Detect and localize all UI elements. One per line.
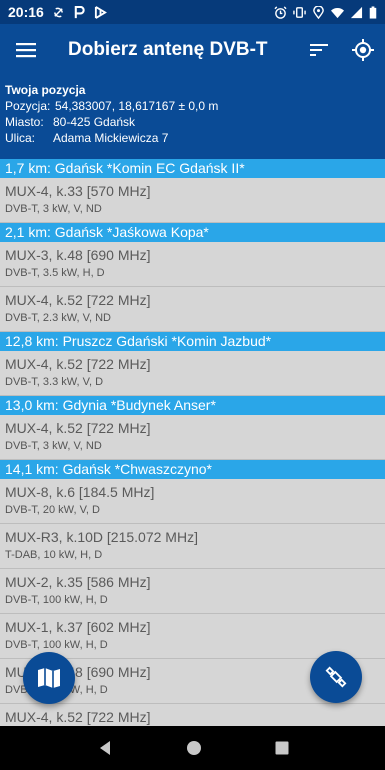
city-value: 80-425 Gdańsk xyxy=(53,115,136,129)
coords-row: Pozycja: 54,383007, 18,617167 ± 0,0 m xyxy=(5,98,380,114)
mux-name: MUX-4, k.52 [722 MHz] xyxy=(5,709,151,725)
p-badge-icon xyxy=(74,5,85,18)
mux-params: DVB-T, 20 kW, V, D xyxy=(5,504,100,516)
list-item[interactable]: MUX-2, k.35 [586 MHz] DVB-T, 100 kW, H, … xyxy=(0,569,385,614)
site-header[interactable]: 14,1 km: Gdańsk *Chwaszczyno* xyxy=(0,460,385,479)
sort-icon xyxy=(310,44,328,56)
menu-button[interactable] xyxy=(0,24,52,76)
mux-name: MUX-R3, k.10D [215.072 MHz] xyxy=(5,529,198,545)
signal-icon xyxy=(350,6,363,18)
sort-button[interactable] xyxy=(297,24,341,76)
home-icon[interactable] xyxy=(186,740,202,756)
location-icon xyxy=(313,5,324,19)
satellite-button[interactable] xyxy=(310,651,362,703)
status-time: 20:16 xyxy=(8,4,44,20)
list-item[interactable]: MUX-4, k.33 [570 MHz] DVB-T, 3 kW, V, ND xyxy=(0,178,385,223)
city-label: Miasto: xyxy=(5,115,44,129)
alarm-icon xyxy=(274,5,287,19)
my-location-button[interactable] xyxy=(341,24,385,76)
list-item[interactable]: MUX-4, k.52 [722 MHz] DVB-T, 2.3 kW, V, … xyxy=(0,287,385,332)
coords-value: 54,383007, 18,617167 ± 0,0 m xyxy=(55,99,219,113)
mux-name: MUX-1, k.37 [602 MHz] xyxy=(5,619,151,635)
mux-params: DVB-T, 3 kW, V, ND xyxy=(5,203,102,215)
mux-name: MUX-4, k.52 [722 MHz] xyxy=(5,292,151,308)
list-item[interactable]: MUX-3, k.48 [690 MHz] DVB-T, 3.5 kW, H, … xyxy=(0,242,385,287)
mux-params: DVB-T, 100 kW, H, D xyxy=(5,594,108,606)
mux-params: T-DAB, 10 kW, H, D xyxy=(5,549,103,561)
mux-name: MUX-4, k.52 [722 MHz] xyxy=(5,356,151,372)
back-icon[interactable] xyxy=(97,740,113,756)
app-bar: Dobierz antenę DVB-T xyxy=(0,24,385,76)
status-bar: 20:16 xyxy=(0,0,385,24)
list-item[interactable]: MUX-4, k.52 [722 MHz] DVB-T, 3.3 kW, V, … xyxy=(0,351,385,396)
map-button[interactable] xyxy=(23,652,75,704)
menu-icon xyxy=(16,43,36,58)
position-heading: Twoja pozycja xyxy=(5,83,86,97)
recents-icon[interactable] xyxy=(275,741,289,755)
city-row: Miasto: 80-425 Gdańsk xyxy=(5,114,380,130)
satellite-icon xyxy=(325,666,347,688)
map-icon xyxy=(38,668,60,688)
street-label: Ulica: xyxy=(5,131,36,145)
mux-name: MUX-4, k.52 [722 MHz] xyxy=(5,420,151,436)
sync-icon xyxy=(53,7,63,17)
coords-label: Pozycja: xyxy=(5,99,51,113)
mux-params: DVB-T, 2.3 kW, V, ND xyxy=(5,312,111,324)
position-panel: Twoja pozycja Pozycja: 54,383007, 18,617… xyxy=(0,76,385,159)
list-item[interactable]: MUX-4, k.52 [722 MHz] xyxy=(0,704,385,726)
street-value: Adama Mickiewicza 7 xyxy=(53,131,169,145)
mux-name: MUX-4, k.33 [570 MHz] xyxy=(5,183,151,199)
site-header[interactable]: 1,7 km: Gdańsk *Komin EC Gdańsk II* xyxy=(0,159,385,178)
site-header[interactable]: 2,1 km: Gdańsk *Jaśkowa Kopa* xyxy=(0,223,385,242)
nav-bar xyxy=(0,726,385,770)
flag-icon xyxy=(94,5,107,19)
wifi-icon xyxy=(331,7,344,18)
list-item[interactable]: MUX-R3, k.10D [215.072 MHz] T-DAB, 10 kW… xyxy=(0,524,385,569)
mux-name: MUX-2, k.35 [586 MHz] xyxy=(5,574,151,590)
list-item[interactable]: MUX-8, k.6 [184.5 MHz] DVB-T, 20 kW, V, … xyxy=(0,479,385,524)
battery-icon xyxy=(369,5,377,19)
mux-params: DVB-T, 3 kW, V, ND xyxy=(5,440,102,452)
site-header[interactable]: 13,0 km: Gdynia *Budynek Anser* xyxy=(0,396,385,415)
site-header[interactable]: 12,8 km: Pruszcz Gdański *Komin Jazbud* xyxy=(0,332,385,351)
gps-crosshair-icon xyxy=(352,39,374,61)
mux-name: MUX-3, k.48 [690 MHz] xyxy=(5,247,151,263)
mux-params: DVB-T, 3.3 kW, V, D xyxy=(5,376,104,388)
mux-name: MUX-8, k.6 [184.5 MHz] xyxy=(5,484,155,500)
page-title: Dobierz antenę DVB-T xyxy=(68,39,268,60)
vibrate-icon xyxy=(293,6,306,18)
list-item[interactable]: MUX-4, k.52 [722 MHz] DVB-T, 3 kW, V, ND xyxy=(0,415,385,460)
transmitter-list[interactable]: 1,7 km: Gdańsk *Komin EC Gdańsk II* MUX-… xyxy=(0,159,385,726)
street-row: Ulica: Adama Mickiewicza 7 xyxy=(5,130,380,146)
mux-params: DVB-T, 3.5 kW, H, D xyxy=(5,267,105,279)
